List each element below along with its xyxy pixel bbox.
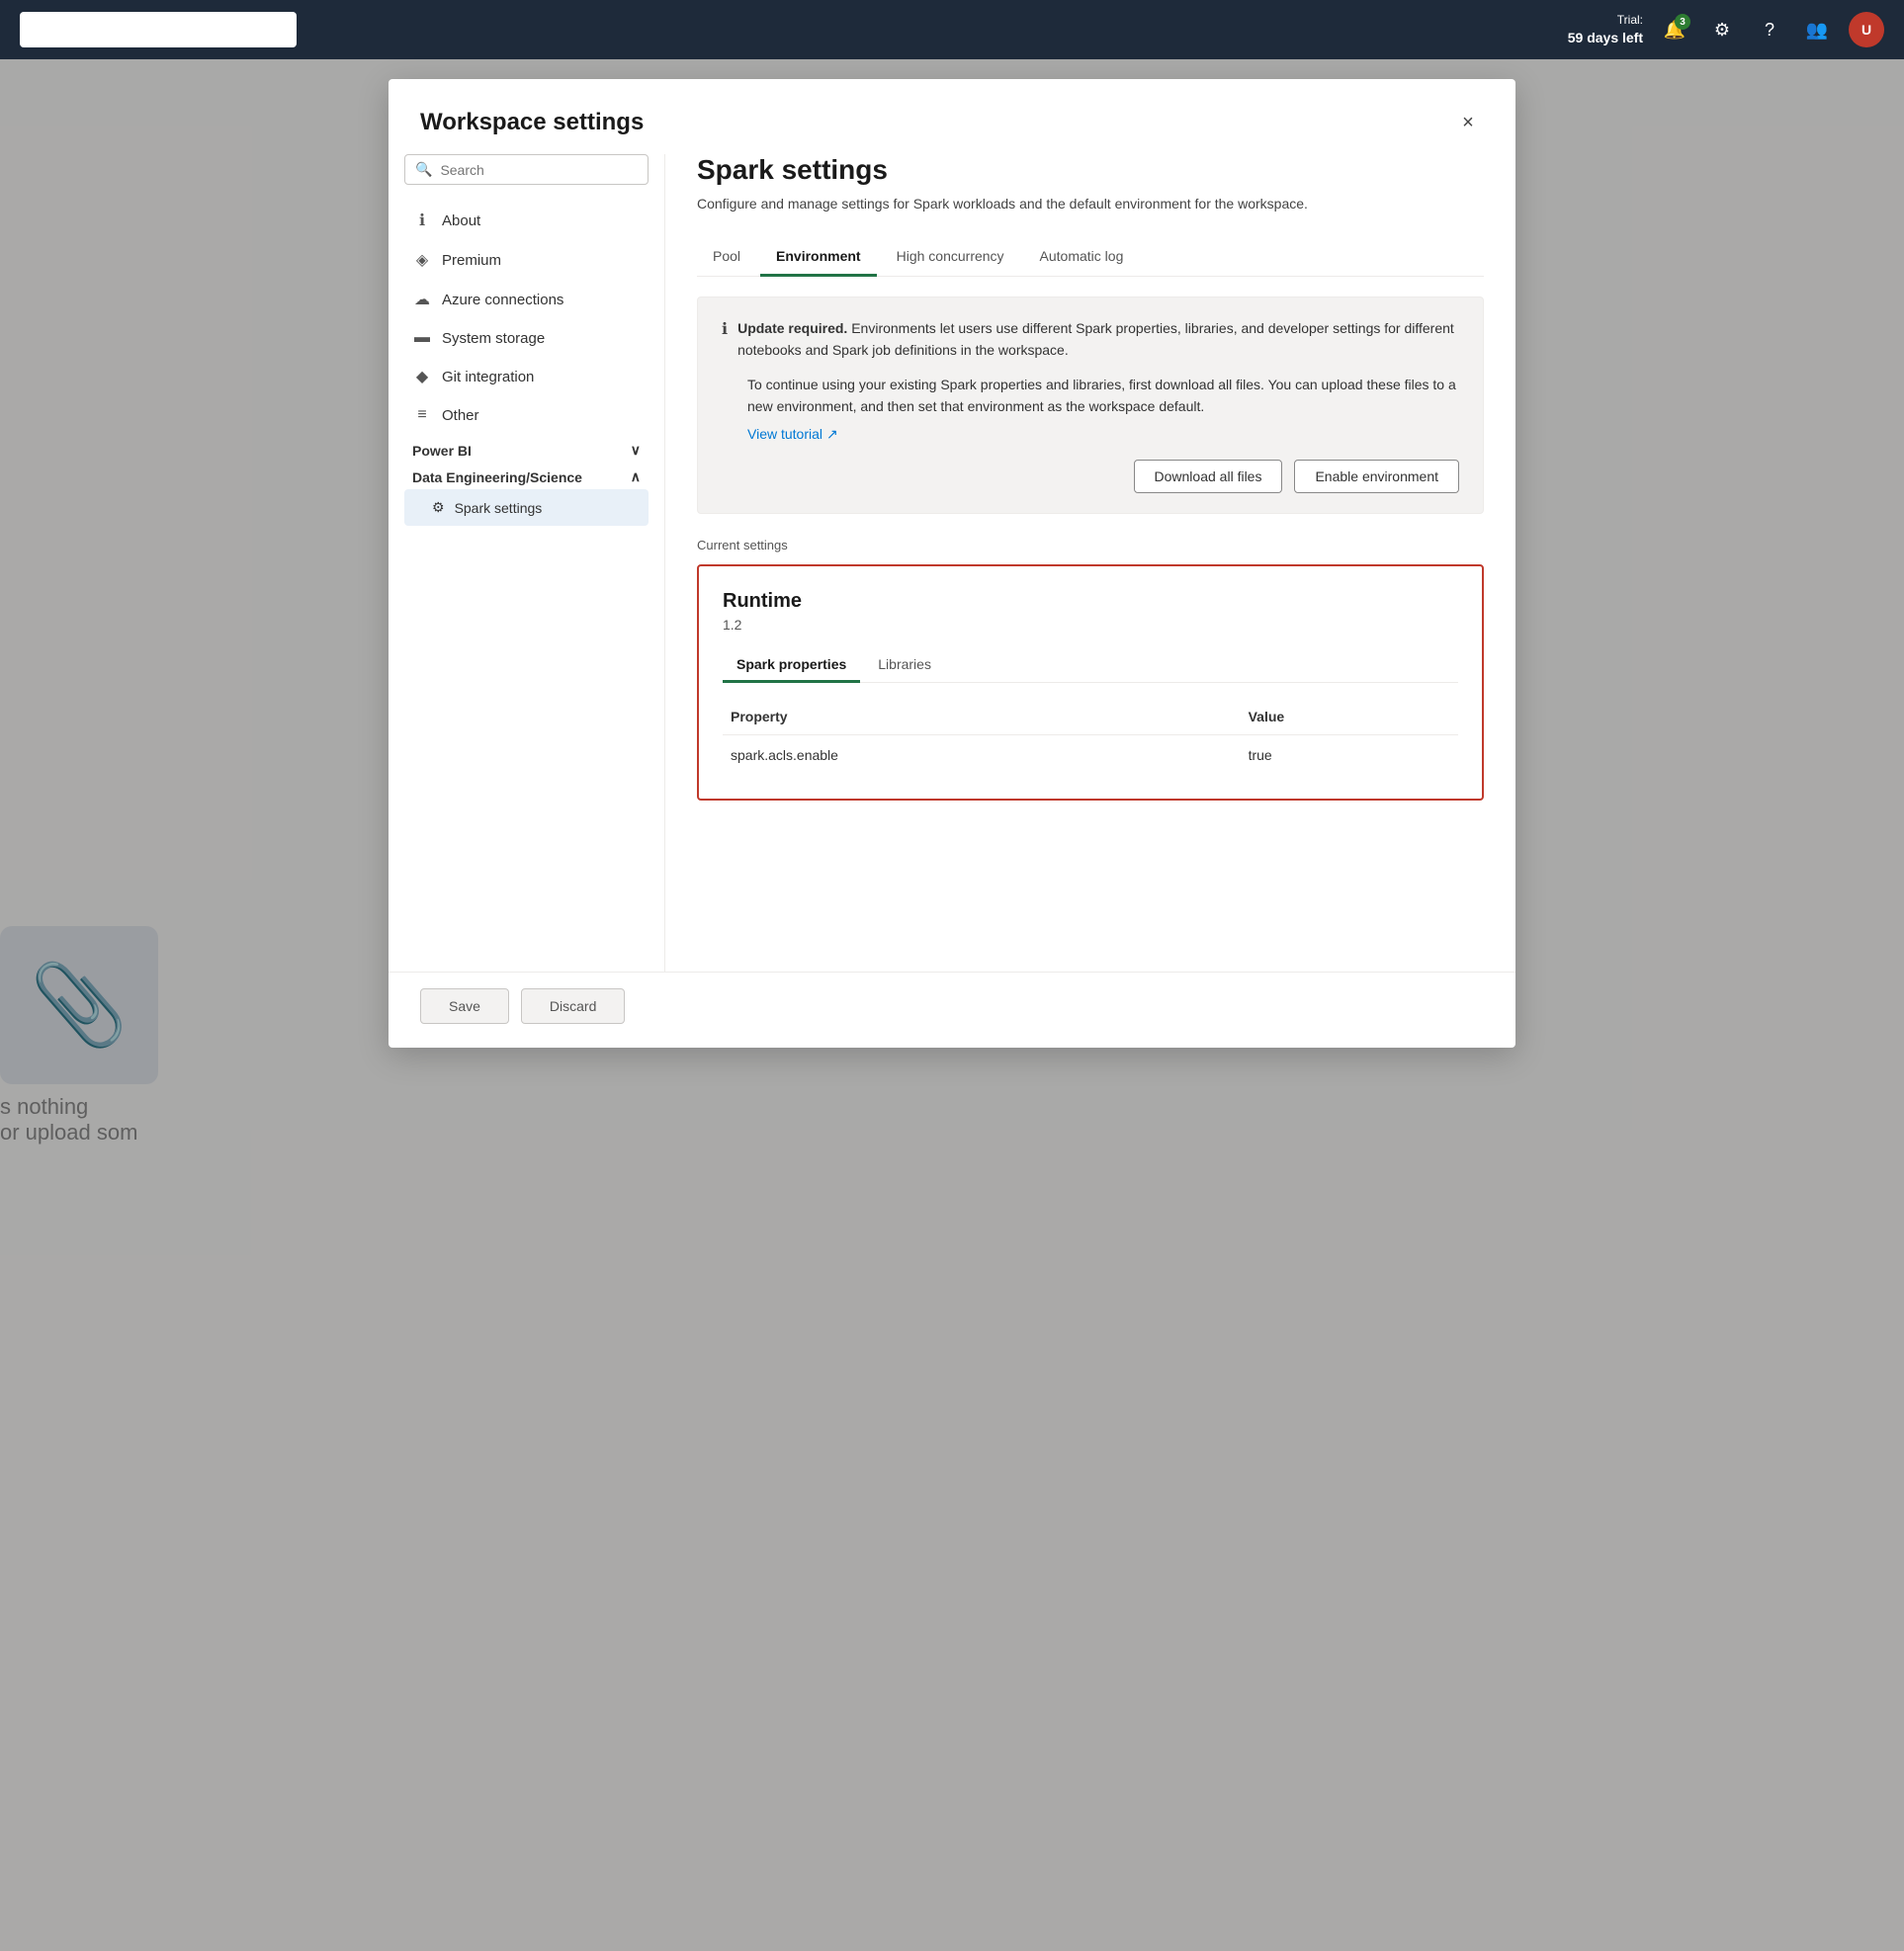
tab-bar: Pool Environment High concurrency Automa… [697,238,1484,277]
chevron-up-icon-data-eng: ∧ [631,468,641,485]
enable-environment-button[interactable]: Enable environment [1294,460,1459,493]
sidebar-item-other[interactable]: ≡ Other [404,396,649,434]
info-banner-text: Update required. Environments let users … [737,317,1459,362]
people-icon[interactable]: 👥 [1801,14,1833,45]
banner-buttons: Download all files Enable environment [722,460,1459,493]
topbar-search-box[interactable] [20,12,297,47]
info-banner-title-row: ℹ Update required. Environments let user… [722,317,1459,362]
topbar-right: Trial: 59 days left 🔔 3 ⚙ ? 👥 U [1568,12,1884,47]
value-cell: true [1241,735,1458,776]
notification-icon[interactable]: 🔔 3 [1659,14,1690,45]
sidebar-item-label-git: Git integration [442,369,534,385]
sidebar-section-data-eng[interactable]: Data Engineering/Science ∧ [404,463,649,489]
trial-info: Trial: 59 days left [1568,13,1643,46]
sidebar-section-power-bi[interactable]: Power BI ∨ [404,434,649,463]
search-input[interactable] [440,162,638,178]
properties-table: Property Value spark.acls.enabletrue [723,699,1458,775]
inner-tab-libraries[interactable]: Libraries [864,648,945,683]
sidebar: 🔍 ℹ About ◈ Premium ☁ Azure connections … [389,154,665,972]
tab-automatic-log[interactable]: Automatic log [1024,238,1140,277]
modal-title: Workspace settings [420,109,644,136]
close-button[interactable]: × [1452,107,1484,138]
info-icon: ℹ [412,211,432,230]
settings-icon[interactable]: ⚙ [1706,14,1738,45]
sidebar-section-label-data-eng: Data Engineering/Science [412,469,582,485]
sidebar-section-label-power-bi: Power BI [412,443,472,459]
page-desc: Configure and manage settings for Spark … [697,194,1484,214]
cloud-icon: ☁ [412,290,432,309]
tab-high-concurrency[interactable]: High concurrency [881,238,1020,277]
premium-icon: ◈ [412,250,432,270]
git-icon: ◆ [412,367,432,386]
table-row: spark.acls.enabletrue [723,735,1458,776]
runtime-version: 1.2 [723,617,1458,633]
help-icon[interactable]: ? [1754,14,1785,45]
sidebar-item-azure[interactable]: ☁ Azure connections [404,280,649,319]
table-header: Property Value [723,699,1458,735]
modal-footer: Save Discard [389,972,1515,1048]
sidebar-item-label-premium: Premium [442,252,501,269]
sidebar-item-label-spark: Spark settings [455,500,543,516]
modal-header: Workspace settings × [389,79,1515,138]
column-header-property: Property [723,699,1241,735]
sidebar-item-git[interactable]: ◆ Git integration [404,357,649,396]
download-all-files-button[interactable]: Download all files [1134,460,1283,493]
sidebar-item-label-about: About [442,212,480,229]
topbar: Trial: 59 days left 🔔 3 ⚙ ? 👥 U [0,0,1904,59]
discard-button[interactable]: Discard [521,988,625,1024]
column-header-value: Value [1241,699,1458,735]
notification-badge: 3 [1675,14,1690,30]
inner-tab-bar: Spark properties Libraries [723,648,1458,683]
runtime-title: Runtime [723,590,1458,613]
property-cell: spark.acls.enable [723,735,1241,776]
tab-environment[interactable]: Environment [760,238,877,277]
chevron-down-icon-power-bi: ∨ [631,442,641,459]
trial-days: 59 days left [1568,29,1643,46]
sidebar-item-about[interactable]: ℹ About [404,201,649,240]
page-title: Spark settings [697,154,1484,186]
storage-icon: ▬ [412,329,432,347]
sidebar-item-label-storage: System storage [442,330,545,347]
current-settings-box: Runtime 1.2 Spark properties Libraries P… [697,564,1484,801]
info-banner: ℹ Update required. Environments let user… [697,297,1484,514]
inner-tab-spark-properties[interactable]: Spark properties [723,648,860,683]
modal-body: 🔍 ℹ About ◈ Premium ☁ Azure connections … [389,138,1515,972]
workspace-settings-modal: Workspace settings × 🔍 ℹ About ◈ Premium [389,79,1515,1048]
view-tutorial-label: View tutorial [747,426,822,442]
list-icon: ≡ [412,406,432,424]
banner-body-text: To continue using your existing Spark pr… [722,374,1459,418]
external-link-icon: ↗ [826,426,838,443]
trial-label: Trial: [1617,13,1643,29]
sidebar-item-premium[interactable]: ◈ Premium [404,240,649,280]
sidebar-item-spark-settings[interactable]: ⚙ Spark settings [404,489,649,526]
sidebar-item-storage[interactable]: ▬ System storage [404,319,649,357]
modal-overlay: Workspace settings × 🔍 ℹ About ◈ Premium [0,59,1904,1951]
info-circle-icon: ℹ [722,319,728,339]
sidebar-item-label-azure: Azure connections [442,292,563,308]
save-button[interactable]: Save [420,988,509,1024]
spark-settings-icon: ⚙ [432,499,445,516]
search-icon: 🔍 [415,161,432,178]
banner-strong-text: Update required. [737,320,847,336]
view-tutorial-link[interactable]: View tutorial ↗ [747,426,838,443]
table-body: spark.acls.enabletrue [723,735,1458,776]
current-settings-label: Current settings [697,538,1484,552]
main-content: Spark settings Configure and manage sett… [665,154,1515,972]
avatar[interactable]: U [1849,12,1884,47]
search-box[interactable]: 🔍 [404,154,649,185]
tab-pool[interactable]: Pool [697,238,756,277]
sidebar-item-label-other: Other [442,407,479,424]
